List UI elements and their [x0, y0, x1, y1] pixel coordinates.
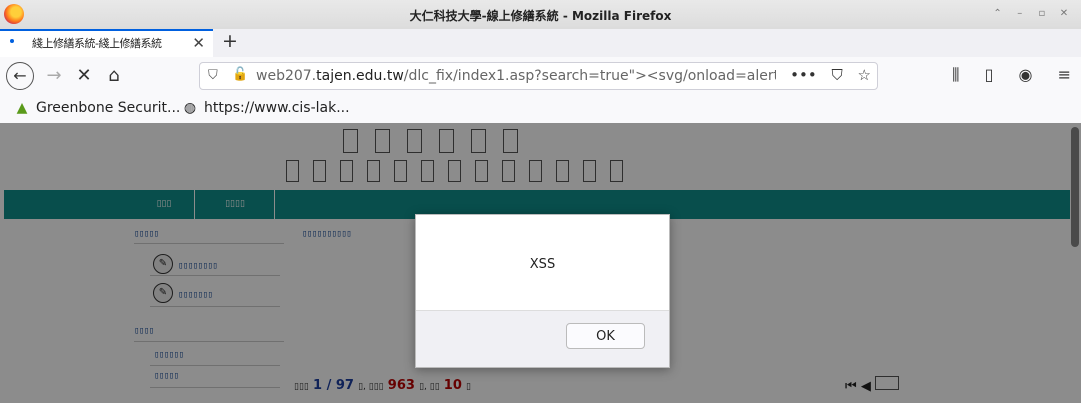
- url-bar[interactable]: ⛉ 🔓 web207.tajen.edu.tw/dlc_fix/index1.a…: [199, 62, 878, 90]
- maximize-icon[interactable]: ▫: [1033, 6, 1051, 22]
- stop-button[interactable]: ✕: [74, 63, 94, 89]
- tab-active[interactable]: 綫上修繕系統-綫上修繕系統 ✕: [0, 29, 213, 57]
- minimize-icon[interactable]: –: [1011, 6, 1029, 22]
- tab-title: 綫上修繕系統-綫上修繕系統: [32, 37, 162, 50]
- back-button[interactable]: ←: [6, 62, 34, 90]
- up-icon[interactable]: ⌃: [989, 6, 1007, 22]
- alert-message: XSS: [529, 257, 556, 272]
- window-titlebar: 大仁科技大學-線上修繕系統 - Mozilla Firefox ⌃ – ▫ ✕: [0, 0, 1081, 30]
- window-title: 大仁科技大學-線上修繕系統 - Mozilla Firefox: [409, 9, 672, 23]
- alert-footer: OK: [416, 310, 669, 367]
- greenbone-icon: ▲: [16, 100, 28, 116]
- alert-dialog: XSS OK: [415, 214, 670, 368]
- account-icon[interactable]: ◉: [1019, 65, 1033, 84]
- insecure-lock-icon[interactable]: 🔓: [232, 67, 248, 82]
- bookmark-greenbone[interactable]: ▲ Greenbone Securit...: [14, 100, 181, 116]
- url-text[interactable]: web207.tajen.edu.tw/dlc_fix/index1.asp?s…: [256, 68, 776, 84]
- forward-button[interactable]: →: [44, 63, 64, 89]
- window-controls: ⌃ – ▫ ✕: [989, 5, 1073, 23]
- page-actions-icon[interactable]: •••: [790, 66, 817, 84]
- tracking-shield-icon[interactable]: ⛉: [208, 68, 218, 83]
- home-button[interactable]: ⌂: [104, 63, 124, 89]
- ok-button[interactable]: OK: [566, 323, 645, 349]
- pocket-icon[interactable]: ⛉: [832, 66, 843, 84]
- bookmarks-bar: ▲ Greenbone Securit... ◍ https://www.cis-l…: [0, 95, 1081, 124]
- loading-dot-icon: [10, 39, 14, 43]
- nav-bar: ← → ✕ ⌂ ⛉ 🔓 web207.tajen.edu.tw/dlc_fix/…: [0, 57, 1081, 95]
- new-tab-icon[interactable]: +: [222, 30, 238, 52]
- bookmark-cis[interactable]: ◍ https://www.cis-lak...: [182, 100, 350, 116]
- toolbar-right: ⫼ ▯ ◉ ≡: [932, 65, 1071, 85]
- globe-icon: ◍: [183, 100, 197, 116]
- menu-icon[interactable]: ≡: [1058, 65, 1071, 84]
- tab-strip: 綫上修繕系統-綫上修繕系統 ✕ +: [0, 29, 1081, 57]
- library-icon[interactable]: ⫼: [952, 65, 959, 84]
- sidebar-icon[interactable]: ▯: [985, 65, 994, 84]
- close-icon[interactable]: ✕: [1055, 6, 1073, 22]
- url-actions: ••• ⛉ ☆: [780, 66, 871, 84]
- bookmark-star-icon[interactable]: ☆: [858, 66, 871, 84]
- tab-close-icon[interactable]: ✕: [192, 34, 205, 52]
